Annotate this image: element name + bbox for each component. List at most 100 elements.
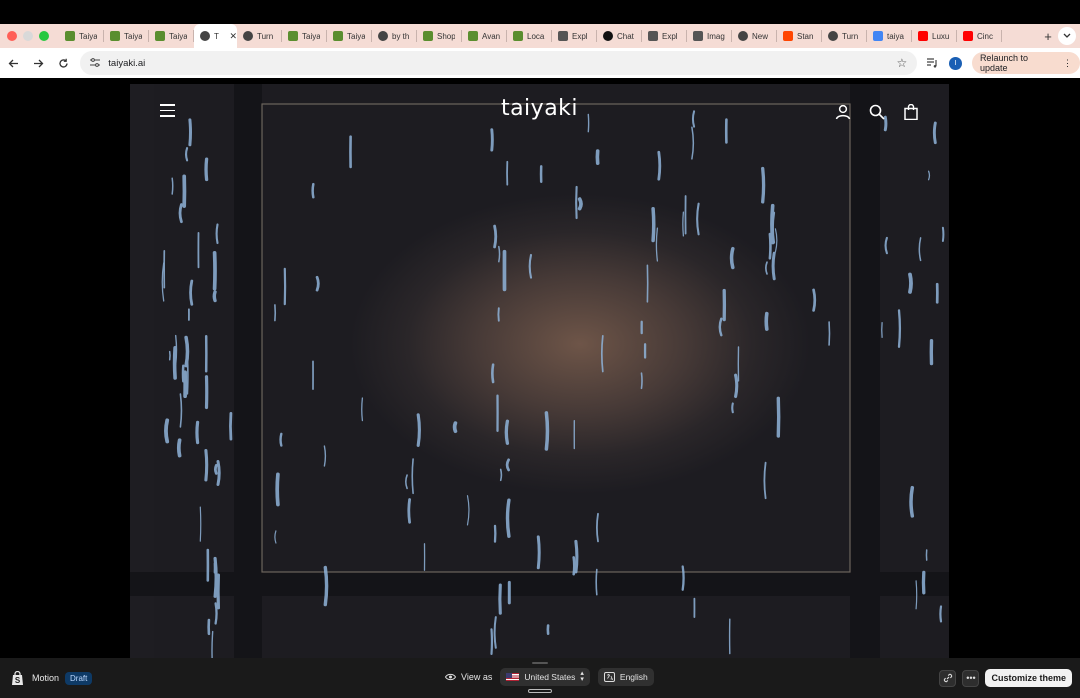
rain-streak bbox=[189, 279, 194, 306]
browser-tab[interactable]: New bbox=[732, 24, 777, 48]
browser-tab[interactable]: Taiya bbox=[104, 24, 149, 48]
more-actions-button[interactable]: ••• bbox=[962, 669, 980, 687]
search-icon[interactable] bbox=[867, 102, 887, 122]
tab-title: Cinc bbox=[977, 31, 994, 41]
tab-title: Stan bbox=[797, 31, 814, 41]
rain-streak bbox=[214, 602, 218, 625]
shopify-icon bbox=[423, 31, 433, 41]
browser-tab[interactable]: Turn bbox=[237, 24, 282, 48]
rain-streak bbox=[505, 458, 510, 472]
link-icon bbox=[943, 673, 953, 683]
more-horizontal-icon: ••• bbox=[966, 673, 976, 683]
profile-avatar[interactable]: I bbox=[949, 56, 962, 70]
browser-tab[interactable]: Taiya bbox=[282, 24, 327, 48]
cart-bag-icon[interactable] bbox=[901, 102, 921, 122]
rain-streak bbox=[655, 227, 659, 262]
browser-tab[interactable]: Taiya bbox=[149, 24, 194, 48]
rain-streak bbox=[574, 539, 579, 574]
customize-theme-button[interactable]: Customize theme bbox=[985, 669, 1072, 687]
address-bar[interactable]: taiyaki.ai ☆ bbox=[80, 51, 918, 75]
google-icon bbox=[873, 31, 883, 41]
rain-streak bbox=[681, 565, 685, 591]
theme-name: Motion bbox=[32, 673, 60, 683]
rain-streak bbox=[213, 556, 218, 598]
new-tab-button[interactable]: + bbox=[1038, 29, 1058, 44]
rain-streak bbox=[498, 245, 501, 263]
maximize-window-button[interactable] bbox=[39, 31, 49, 41]
browser-tab[interactable]: Shop bbox=[417, 24, 462, 48]
rain-streak bbox=[528, 253, 533, 279]
browser-tab[interactable]: Imag bbox=[687, 24, 732, 48]
country-select[interactable]: United States ▴ ▾ bbox=[500, 668, 590, 686]
rain-streak bbox=[595, 568, 598, 596]
rain-streak bbox=[215, 223, 219, 245]
relaunch-button[interactable]: Relaunch to update ⋮ bbox=[971, 52, 1080, 74]
tab-title: Expl bbox=[572, 31, 588, 41]
window-top-edge bbox=[0, 0, 1080, 24]
rain-streak bbox=[214, 463, 218, 475]
site-settings-icon[interactable] bbox=[90, 57, 101, 69]
browser-tab[interactable]: Turn bbox=[822, 24, 867, 48]
browser-tab[interactable]: Expl bbox=[642, 24, 687, 48]
rainy-window-illustration bbox=[130, 84, 949, 658]
rain-streak bbox=[734, 373, 739, 399]
language-select[interactable]: English bbox=[597, 668, 654, 686]
drag-handle[interactable] bbox=[532, 662, 548, 664]
rain-streak bbox=[600, 335, 604, 373]
browser-tab[interactable]: Chat bbox=[597, 24, 642, 48]
rain-streak bbox=[544, 411, 550, 451]
browser-tab[interactable]: by th bbox=[372, 24, 417, 48]
tab-title: Taiya bbox=[124, 31, 142, 41]
browser-tab[interactable]: taiya bbox=[867, 24, 912, 48]
rain-streak bbox=[774, 228, 778, 253]
hero-video-background bbox=[130, 84, 949, 658]
close-tab-icon[interactable]: ✕ bbox=[229, 31, 237, 42]
rain-streak bbox=[491, 363, 495, 384]
rain-streak bbox=[216, 460, 221, 486]
ai-icon bbox=[558, 31, 568, 41]
browser-tab[interactable]: Avan bbox=[462, 24, 507, 48]
site-logo[interactable]: taiyaki bbox=[130, 96, 949, 121]
browser-tab[interactable]: Cinc bbox=[957, 24, 1002, 48]
ai-icon bbox=[648, 31, 658, 41]
share-link-button[interactable] bbox=[939, 669, 957, 687]
rain-streak bbox=[311, 182, 315, 199]
globe-icon bbox=[738, 31, 748, 41]
browser-tab[interactable]: T ✕ bbox=[194, 24, 237, 48]
browser-tab[interactable]: Expl bbox=[552, 24, 597, 48]
rain-streak bbox=[729, 246, 735, 270]
browser-tab[interactable]: Taiya bbox=[59, 24, 104, 48]
rain-streak bbox=[274, 530, 277, 544]
rain-streak bbox=[315, 275, 320, 292]
language-value: English bbox=[619, 672, 648, 682]
rain-streak bbox=[185, 147, 189, 162]
browser-tab[interactable]: Loca bbox=[507, 24, 552, 48]
rain-streak bbox=[279, 432, 283, 447]
browser-tab[interactable]: Stan bbox=[777, 24, 822, 48]
browser-tab[interactable]: Luxu bbox=[912, 24, 957, 48]
home-indicator bbox=[528, 689, 552, 693]
back-button[interactable] bbox=[3, 52, 25, 74]
preview-actions: ••• Customize theme bbox=[939, 669, 1072, 687]
bookmark-star-icon[interactable]: ☆ bbox=[897, 56, 908, 70]
tab-title: Shop bbox=[437, 31, 455, 41]
rain-streak bbox=[640, 372, 643, 390]
arrow-right-icon bbox=[34, 59, 44, 67]
forward-button[interactable] bbox=[28, 52, 50, 74]
rain-streak bbox=[164, 418, 170, 444]
reload-button[interactable] bbox=[53, 52, 75, 74]
globe-icon bbox=[828, 31, 838, 41]
rain-streak bbox=[411, 458, 414, 495]
tab-title: taiya bbox=[887, 31, 904, 41]
rain-streak bbox=[909, 485, 915, 518]
youtube-icon bbox=[918, 31, 928, 41]
browser-tab[interactable]: Taiya bbox=[327, 24, 372, 48]
account-icon[interactable] bbox=[833, 102, 853, 122]
ai-icon bbox=[693, 31, 703, 41]
minimize-window-button[interactable] bbox=[23, 31, 33, 41]
tab-search-button[interactable] bbox=[1058, 27, 1076, 45]
media-controls-button[interactable] bbox=[921, 52, 943, 74]
select-arrows-icon: ▴ ▾ bbox=[580, 670, 584, 683]
close-window-button[interactable] bbox=[7, 31, 17, 41]
rain-streak bbox=[212, 290, 217, 303]
